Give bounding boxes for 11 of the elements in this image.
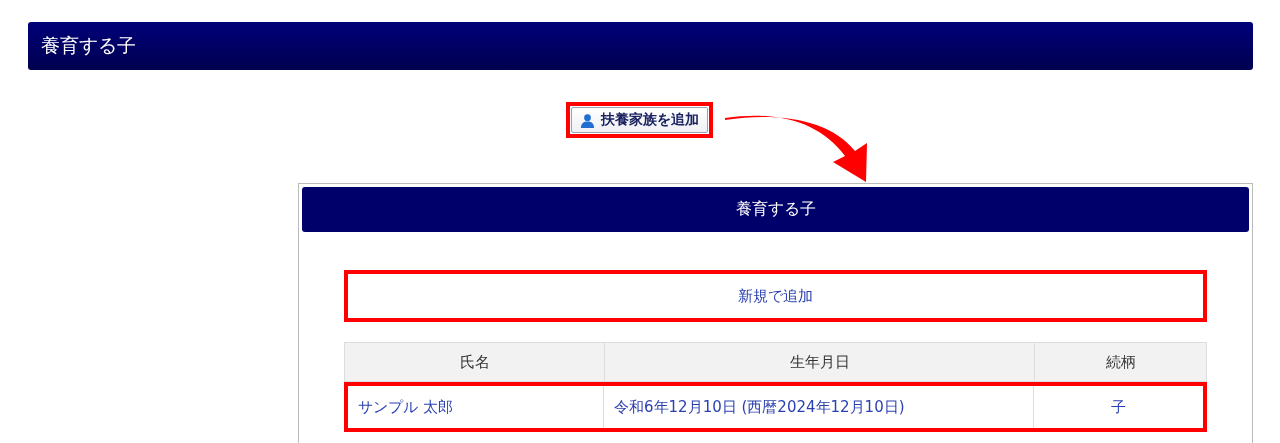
column-header: 生年月日 [604, 343, 1034, 381]
page-title-bar: 養育する子 [28, 22, 1253, 70]
panel-title-bar: 養育する子 [302, 187, 1249, 232]
table-row[interactable]: サンプル 太郎 令和6年12月10日 (西暦2024年12月10日) 子 [344, 382, 1207, 432]
column-header: 氏名 [458, 351, 491, 373]
table-cell: 令和6年12月10日 (西暦2024年12月10日) [603, 386, 1033, 428]
column-header: 続柄 [1034, 343, 1206, 381]
person-icon [580, 112, 595, 128]
table-cell: 子 [1033, 386, 1203, 428]
add-family-button[interactable]: 扶養家族を追加 [571, 107, 708, 133]
table-cell-text: サンプル 太郎 [357, 396, 454, 418]
